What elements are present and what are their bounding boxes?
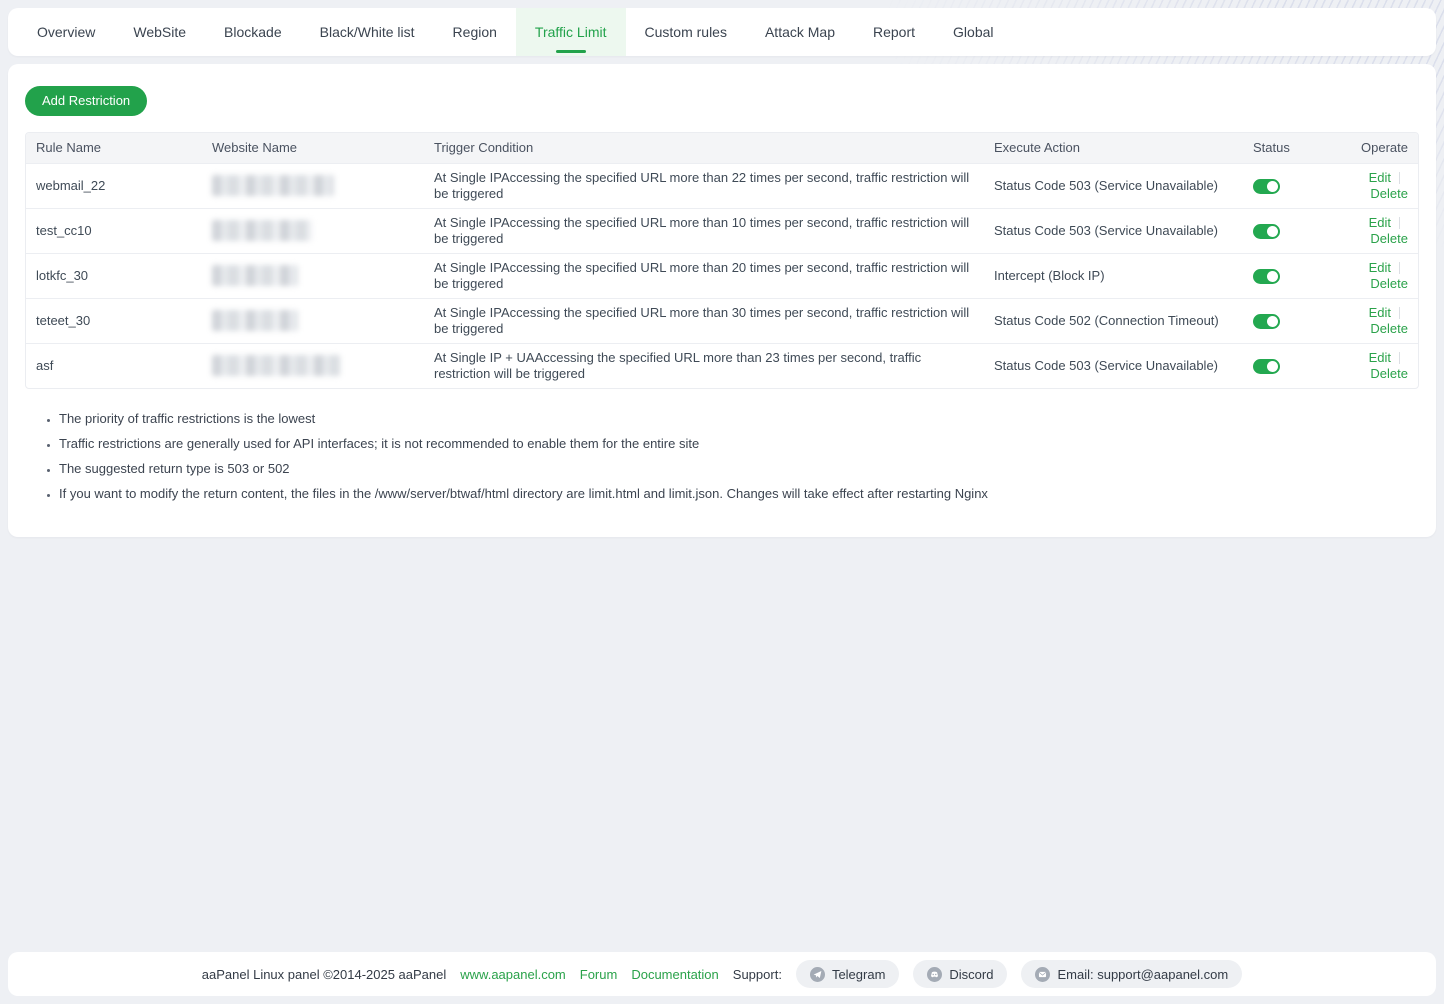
table-row: test_cc10 At Single IPAccessing the spec… [26,208,1418,253]
operate-divider [1399,172,1400,184]
trigger-condition: At Single IPAccessing the specified URL … [424,253,984,298]
traffic-limit-panel: Add Restriction Rule Name Website Name T… [8,64,1436,537]
table-row: teteet_30 At Single IPAccessing the spec… [26,298,1418,343]
execute-action: Status Code 502 (Connection Timeout) [984,298,1243,343]
discord-icon [927,967,942,982]
toggle-knob [1267,181,1278,192]
trigger-condition: At Single IPAccessing the specified URL … [424,208,984,253]
delete-link[interactable]: Delete [1370,276,1408,291]
trigger-condition: At Single IPAccessing the specified URL … [424,163,984,208]
telegram-icon [810,967,825,982]
copyright-text: aaPanel Linux panel ©2014-2025 aaPanel [202,967,447,982]
status-toggle[interactable] [1253,179,1280,194]
status-toggle[interactable] [1253,269,1280,284]
status-toggle[interactable] [1253,359,1280,374]
operate-divider [1399,352,1400,364]
execute-action: Intercept (Block IP) [984,253,1243,298]
toggle-knob [1267,271,1278,282]
trigger-condition: At Single IPAccessing the specified URL … [424,298,984,343]
tab-traffic-limit[interactable]: Traffic Limit [516,8,626,56]
col-header-execute-action: Execute Action [984,133,1243,163]
table-row: asf At Single IP + UAAccessing the speci… [26,343,1418,388]
execute-action: Status Code 503 (Service Unavailable) [984,343,1243,388]
note-item: Traffic restrictions are generally used … [59,436,1419,452]
delete-link[interactable]: Delete [1370,321,1408,336]
footer-link-forum[interactable]: Forum [580,967,618,982]
col-header-website-name: Website Name [202,133,424,163]
telegram-button[interactable]: Telegram [796,960,899,988]
table-header-row: Rule Name Website Name Trigger Condition… [26,133,1418,163]
table-row: lotkfc_30 At Single IPAccessing the spec… [26,253,1418,298]
rule-name: test_cc10 [26,208,202,253]
rules-table: Rule Name Website Name Trigger Condition… [25,132,1419,389]
trigger-condition: At Single IP + UAAccessing the specified… [424,343,984,388]
status-toggle[interactable] [1253,314,1280,329]
footer-bar: aaPanel Linux panel ©2014-2025 aaPanel w… [8,952,1436,996]
tab-website[interactable]: WebSite [114,8,205,56]
top-tab-bar: Overview WebSite Blockade Black/White li… [8,8,1436,56]
toggle-knob [1267,316,1278,327]
rule-name: lotkfc_30 [26,253,202,298]
table-row: webmail_22 At Single IPAccessing the spe… [26,163,1418,208]
tab-overview[interactable]: Overview [18,8,114,56]
website-name-redacted [212,175,334,196]
email-icon [1035,967,1050,982]
telegram-label: Telegram [832,967,885,982]
tab-global[interactable]: Global [934,8,1012,56]
note-item: The suggested return type is 503 or 502 [59,461,1419,477]
delete-link[interactable]: Delete [1370,366,1408,381]
col-header-rule-name: Rule Name [26,133,202,163]
operate-divider [1399,217,1400,229]
website-name-redacted [212,355,340,376]
tab-attack-map[interactable]: Attack Map [746,8,854,56]
col-header-operate: Operate [1343,133,1418,163]
toggle-knob [1267,361,1278,372]
edit-link[interactable]: Edit [1369,350,1391,365]
website-name-redacted [212,265,298,286]
email-button[interactable]: Email: support@aapanel.com [1021,960,1242,988]
execute-action: Status Code 503 (Service Unavailable) [984,163,1243,208]
execute-action: Status Code 503 (Service Unavailable) [984,208,1243,253]
tab-blockade[interactable]: Blockade [205,8,301,56]
rule-name: teteet_30 [26,298,202,343]
website-name-redacted [212,220,312,241]
discord-label: Discord [949,967,993,982]
discord-button[interactable]: Discord [913,960,1007,988]
tab-report[interactable]: Report [854,8,934,56]
toggle-knob [1267,226,1278,237]
col-header-status: Status [1243,133,1343,163]
support-label: Support: [733,967,782,982]
footer-link-documentation[interactable]: Documentation [631,967,718,982]
edit-link[interactable]: Edit [1369,170,1391,185]
notes-list: The priority of traffic restrictions is … [25,411,1419,502]
edit-link[interactable]: Edit [1369,215,1391,230]
tab-black-white-list[interactable]: Black/White list [301,8,434,56]
delete-link[interactable]: Delete [1370,231,1408,246]
rule-name: asf [26,343,202,388]
status-toggle[interactable] [1253,224,1280,239]
tab-region[interactable]: Region [434,8,516,56]
email-label: Email: support@aapanel.com [1057,967,1228,982]
tab-custom-rules[interactable]: Custom rules [626,8,746,56]
website-name-redacted [212,310,298,331]
edit-link[interactable]: Edit [1369,260,1391,275]
operate-divider [1399,262,1400,274]
edit-link[interactable]: Edit [1369,305,1391,320]
delete-link[interactable]: Delete [1370,186,1408,201]
operate-divider [1399,307,1400,319]
col-header-trigger-condition: Trigger Condition [424,133,984,163]
note-item: The priority of traffic restrictions is … [59,411,1419,427]
rule-name: webmail_22 [26,163,202,208]
add-restriction-button[interactable]: Add Restriction [25,86,147,116]
note-item: If you want to modify the return content… [59,486,1419,502]
footer-link-aapanel[interactable]: www.aapanel.com [460,967,566,982]
